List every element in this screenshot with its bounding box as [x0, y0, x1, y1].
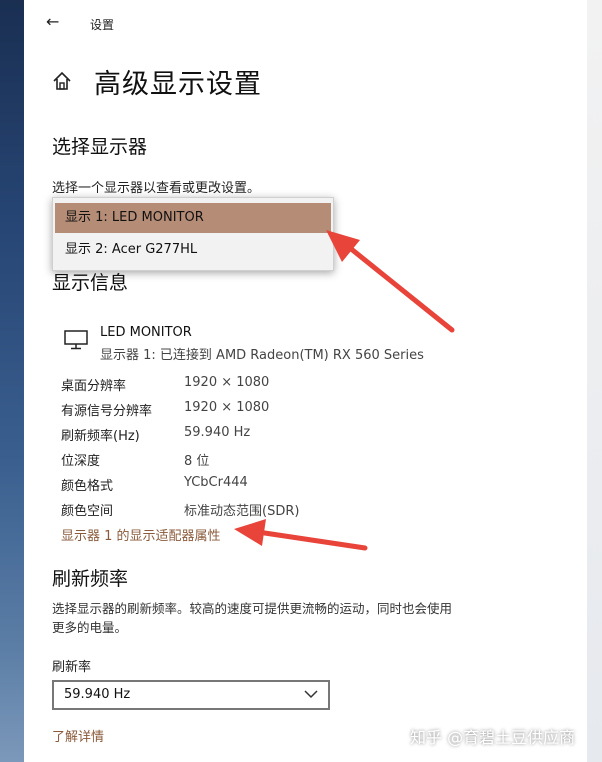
- watermark: 知乎 @育碧土豆供应商: [410, 728, 576, 747]
- annotation-arrow-dropdown: [326, 230, 455, 333]
- annotation-arrows: [234, 230, 455, 551]
- annotation-arrow-adapter-link: [234, 519, 368, 551]
